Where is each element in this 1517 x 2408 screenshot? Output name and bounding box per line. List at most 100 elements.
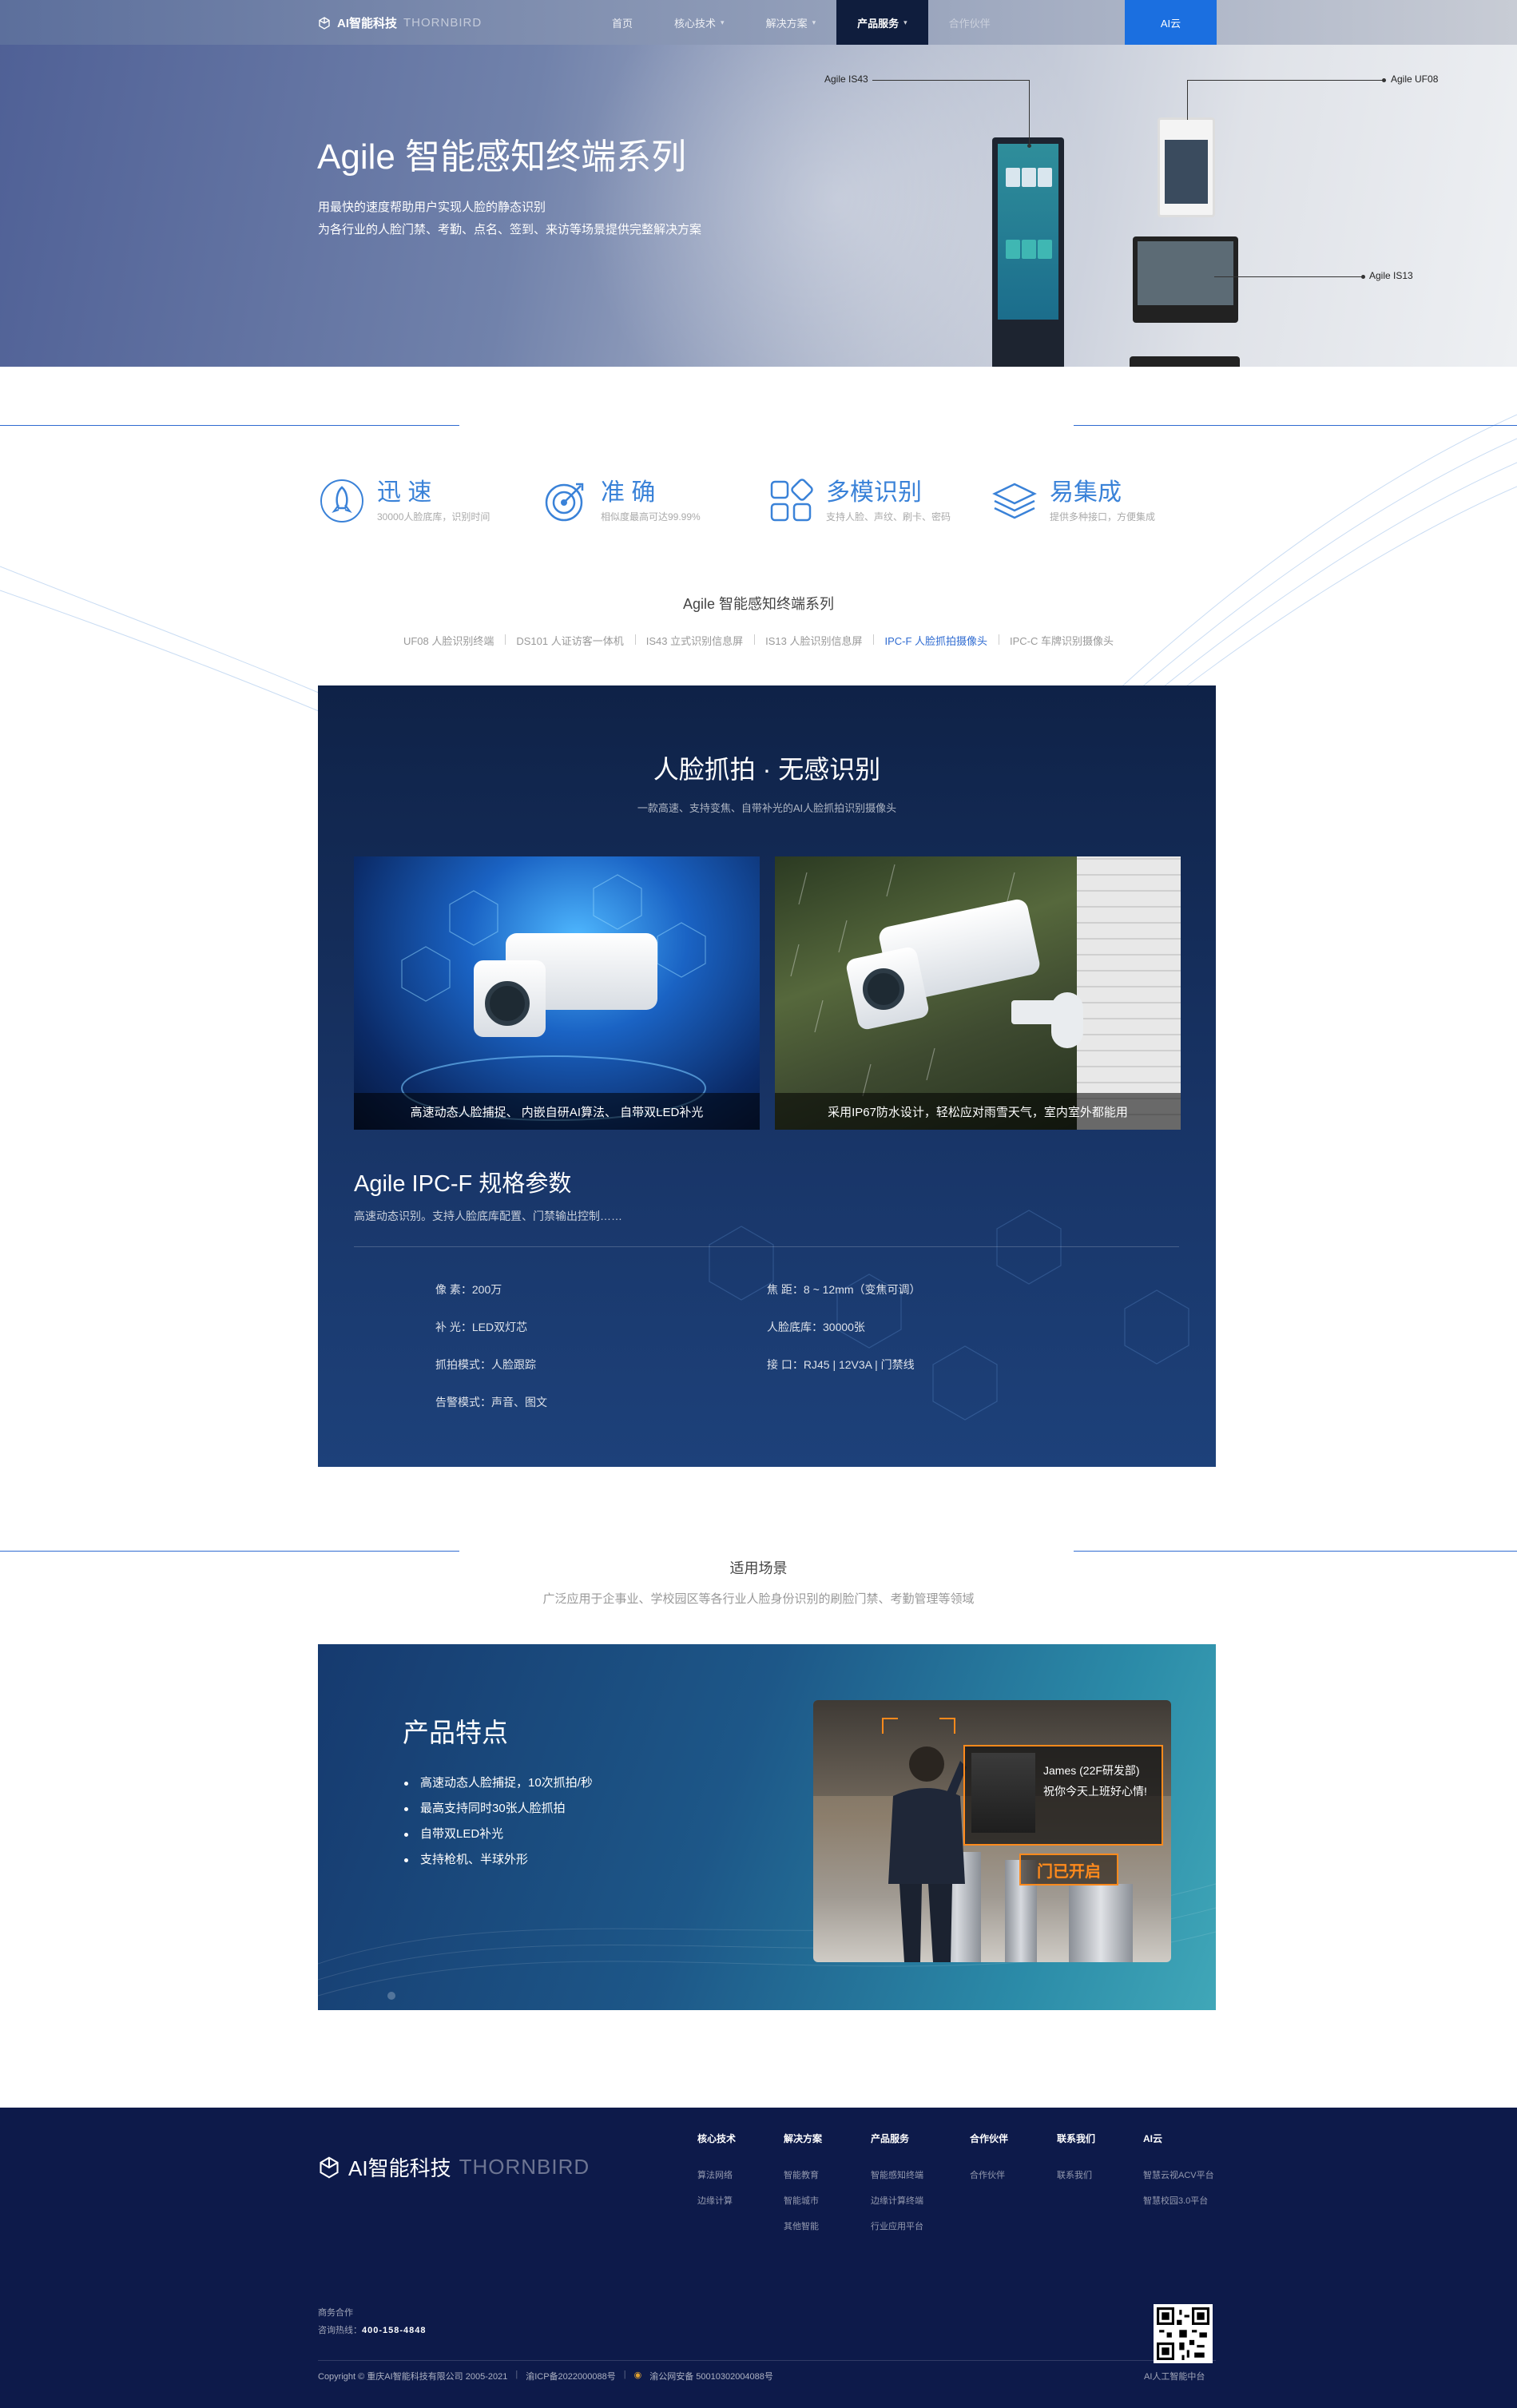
target-icon <box>542 477 590 525</box>
product-title: 人脸抓拍 · 无感识别 <box>653 755 881 784</box>
nav-item-core-tech[interactable]: 核心技术 ▾ <box>653 0 745 45</box>
top-nav: AI智能科技 THORNBIRD 首页 核心技术 ▾ 解决方案 ▾ 产品服务 ▾ 合作… <box>0 0 1517 45</box>
footer-link[interactable]: 边缘计算 <box>697 2188 736 2214</box>
footer-link[interactable]: 行业应用平台 <box>871 2214 923 2239</box>
section-divider-right <box>1074 425 1517 426</box>
footer-link[interactable]: 智能教育 <box>784 2163 822 2188</box>
nav-item-label: 首页 <box>612 17 633 30</box>
camera-rain-photo: 采用IP67防水设计，轻松应对雨雪天气，室内室外都能用 <box>775 856 1181 1130</box>
spec-value: 声音、图文 <box>491 1396 547 1409</box>
hotline-label: 咨询热线 <box>318 2326 353 2335</box>
footer-col-title[interactable]: 产品服务 <box>871 2132 923 2145</box>
feature-fast-title: 迅 速 <box>377 479 432 506</box>
callout-is13: Agile IS13 <box>1369 270 1413 281</box>
nav-logo-cn: AI智能科技 <box>337 17 398 30</box>
nav-item-label: 核心技术 <box>674 17 717 30</box>
section-divider-right <box>1074 1551 1517 1552</box>
footer-col-title[interactable]: AI云 <box>1143 2132 1214 2145</box>
footer-col-title[interactable]: 核心技术 <box>697 2132 736 2145</box>
nav-item-solutions[interactable]: 解决方案 ▾ <box>745 0 837 45</box>
footer-col-title[interactable]: 合作伙伴 <box>970 2132 1008 2145</box>
nav-item-home[interactable]: 首页 <box>591 0 653 45</box>
footer: AI智能科技 THORNBIRD 核心技术 算法网络 边缘计算 解决方案 智能教… <box>0 2108 1517 2408</box>
camera-tech-photo: 高速动态人脸捕捉、 内嵌自研AI算法、 自带双LED补光 <box>354 856 760 1130</box>
nav-ai-cloud-button[interactable]: AI云 <box>1125 0 1217 45</box>
spec-item: 焦 距：8 ~ 12mm（变焦可调） <box>767 1283 921 1296</box>
scene-subtitle: 广泛应用于企事业、学校园区等各行业人脸身份识别的刷脸门禁、考勤管理等领域 <box>542 1592 975 1606</box>
nav-item-products[interactable]: 产品服务 ▾ <box>836 0 928 45</box>
feature-multimodal: 多模识别 支持人脸、声纹、刷卡、密码 <box>767 477 951 525</box>
footer-col-title[interactable]: 解决方案 <box>784 2132 822 2145</box>
rocket-icon <box>318 477 366 525</box>
recognition-hud: James (22F研发部) 祝你今天上班好心情! <box>963 1745 1163 1846</box>
icp-link[interactable]: 渝ICP备2022000088号 <box>526 2370 616 2382</box>
product-subtitle: 一款高速、支持变焦、自带补光的AI人脸抓拍识别摄像头 <box>637 802 897 814</box>
nav-item-label: 解决方案 <box>765 17 808 30</box>
nav-item-label: 合作伙伴 <box>948 17 991 30</box>
footer-link[interactable]: 合作伙伴 <box>970 2163 1008 2188</box>
spec-item: 像 素：200万 <box>435 1283 502 1296</box>
spec-value: 30000张 <box>823 1321 865 1333</box>
copyright-bar: Copyright © 重庆AI智能科技有限公司 2005-2021 | 渝IC… <box>318 2370 773 2382</box>
footer-link[interactable]: 边缘计算终端 <box>871 2188 923 2214</box>
footer-link[interactable]: 智能感知终端 <box>871 2163 923 2188</box>
spec-label: 抓拍模式 <box>435 1358 480 1371</box>
section-divider-left <box>0 425 459 426</box>
footer-logo[interactable]: AI智能科技 THORNBIRD <box>318 2152 590 2182</box>
callout-is43: Agile IS43 <box>824 74 868 85</box>
spec-item: 人脸底库：30000张 <box>767 1321 865 1333</box>
is43-device-image <box>992 137 1064 367</box>
spec-subtitle: 高速动态识别。支持人脸底库配置、门禁输出控制…… <box>354 1210 622 1222</box>
footer-col-core-tech: 核心技术 算法网络 边缘计算 <box>697 2132 736 2214</box>
hotline-number: 400-158-4848 <box>362 2326 427 2335</box>
product-panel: 人脸抓拍 · 无感识别 一款高速、支持变焦、自带补光的AI人脸抓拍识别摄像头 高… <box>318 685 1216 1467</box>
spec-title: Agile IPC-F 规格参数 <box>354 1171 572 1197</box>
layers-icon <box>991 477 1038 525</box>
is13-device-image <box>1133 236 1238 323</box>
spec-label: 像 素 <box>435 1283 461 1296</box>
nav-item-partners[interactable]: 合作伙伴 <box>928 0 1011 45</box>
spec-item: 告警模式：声音、图文 <box>435 1396 547 1409</box>
footer-link[interactable]: 智慧校园3.0平台 <box>1143 2188 1214 2214</box>
feature-panel-title: 产品特点 <box>403 1718 508 1747</box>
feature-multimodal-desc: 支持人脸、声纹、刷卡、密码 <box>826 511 951 523</box>
footer-link[interactable]: 智慧云视ACV平台 <box>1143 2163 1214 2188</box>
footer-link[interactable]: 算法网络 <box>697 2163 736 2188</box>
hexagon-pattern <box>709 1210 1189 1421</box>
qr-code-graphic <box>1157 2307 1209 2360</box>
spec-value: RJ45 | 12V3A | 门禁线 <box>803 1358 915 1371</box>
footer-col-title[interactable]: 联系我们 <box>1057 2132 1095 2145</box>
tab-uf08[interactable]: UF08 人脸识别终端 <box>392 633 505 648</box>
feature-panel: 产品特点 高速动态人脸捕捉，10次抓拍/秒 最高支持同时30张人脸抓拍 自带双L… <box>318 1644 1216 2010</box>
footer-link[interactable]: 智能城市 <box>784 2188 822 2214</box>
feature-bullet: 支持枪机、半球外形 <box>403 1847 593 1873</box>
qr-caption: AI人工智能中台 <box>1144 2372 1205 2382</box>
chevron-down-icon: ▾ <box>903 18 907 26</box>
police-record-link[interactable]: 渝公网安备 50010302004088号 <box>649 2370 773 2382</box>
uf08-device-image <box>1158 117 1215 217</box>
spec-value: LED双灯芯 <box>471 1321 528 1333</box>
business-label: 商务合作 <box>318 2308 353 2318</box>
tab-is43[interactable]: IS43 立式识别信息屏 <box>634 633 754 648</box>
spec-label: 焦 距 <box>767 1283 792 1296</box>
spec-label: 补 光 <box>435 1321 461 1333</box>
tab-ipc-c[interactable]: IPC-C 车牌识别摄像头 <box>999 633 1125 648</box>
scene-title: 适用场景 <box>729 1560 788 1576</box>
tab-ipc-f[interactable]: IPC-F 人脸抓拍摄像头 <box>873 633 999 648</box>
feature-integration-title: 易集成 <box>1050 479 1122 506</box>
footer-col-partners: 合作伙伴 合作伙伴 <box>970 2132 1008 2188</box>
tab-ds101[interactable]: DS101 人证访客一体机 <box>505 633 634 648</box>
spec-divider <box>354 1246 1179 1247</box>
feature-bullet: 自带双LED补光 <box>403 1822 593 1847</box>
access-gate-photo: James (22F研发部) 祝你今天上班好心情! 门已开启 <box>813 1700 1171 1962</box>
tab-is13[interactable]: IS13 人脸识别信息屏 <box>754 633 873 648</box>
section-divider-left <box>0 1551 459 1552</box>
footer-link[interactable]: 其他智能 <box>784 2214 822 2239</box>
feature-accurate-title: 准 确 <box>601 479 656 506</box>
footer-link[interactable]: 联系我们 <box>1057 2163 1095 2188</box>
nav-item-label: 产品服务 <box>857 17 899 30</box>
spec-item: 抓拍模式：人脸跟踪 <box>435 1358 536 1371</box>
photo-caption-a: 高速动态人脸捕捉、 内嵌自研AI算法、 自带双LED补光 <box>354 1093 760 1130</box>
product-tabs: UF08 人脸识别终端 DS101 人证访客一体机 IS43 立式识别信息屏 I… <box>0 633 1517 648</box>
nav-logo[interactable]: AI智能科技 THORNBIRD <box>318 14 482 31</box>
